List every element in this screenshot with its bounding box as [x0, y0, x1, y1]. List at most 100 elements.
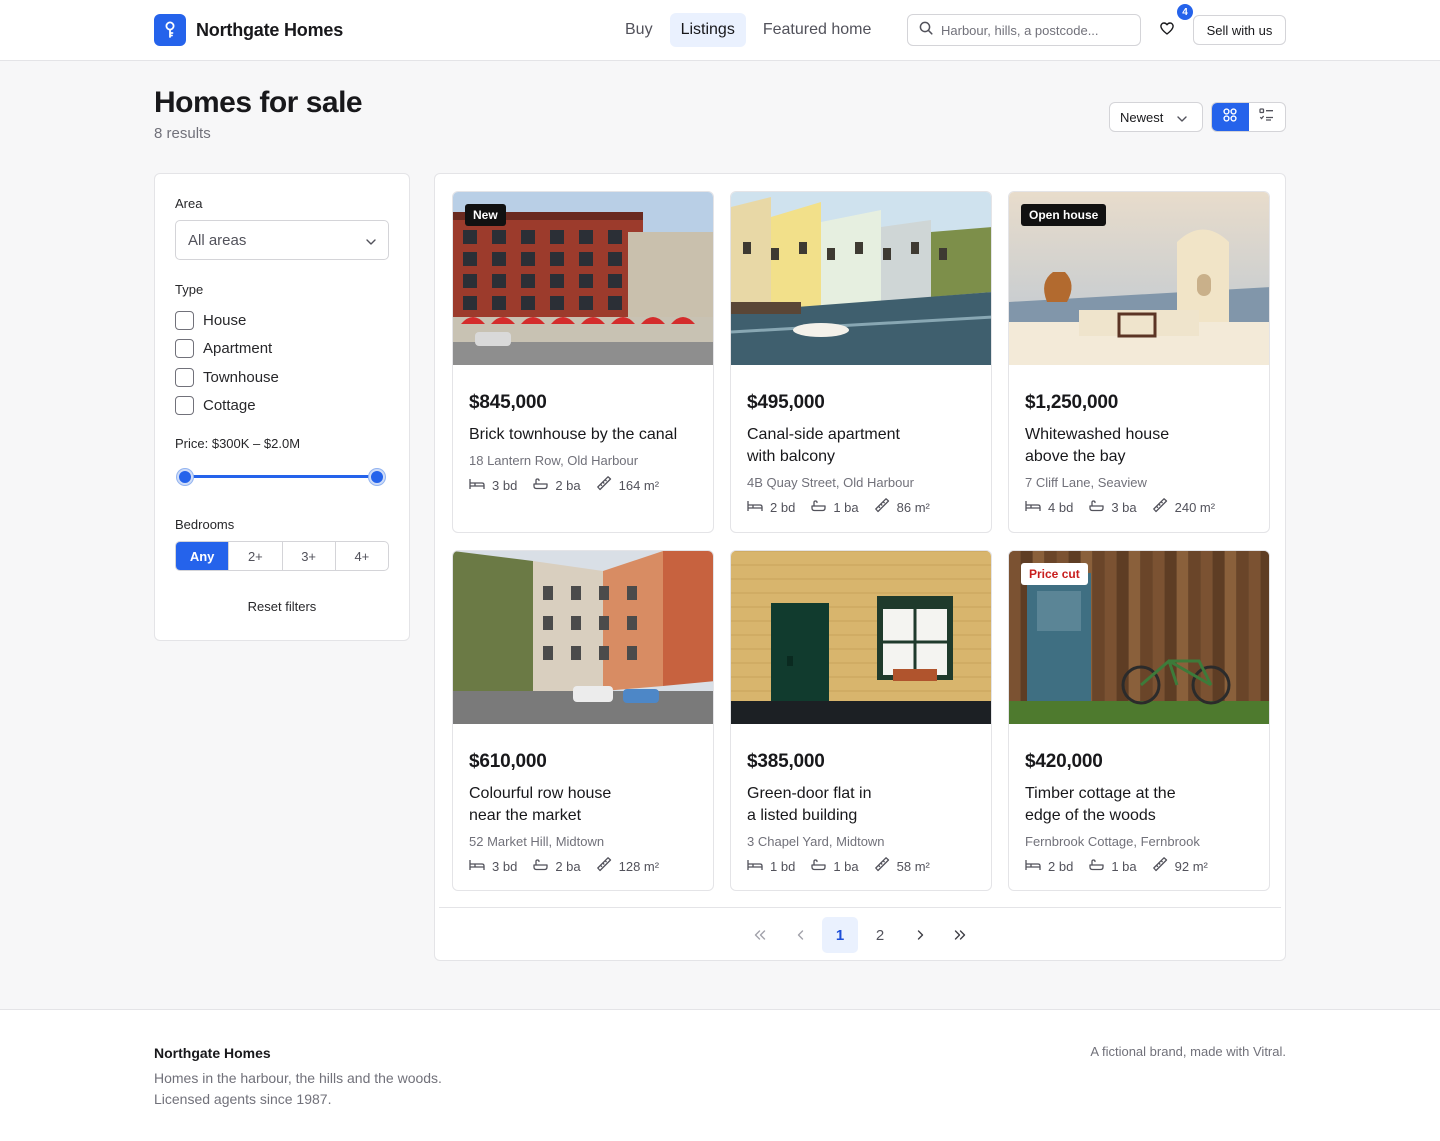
listing-card[interactable]: New $845,000 Brick townhouse by the cana… [452, 191, 714, 533]
bed-icon [469, 859, 485, 874]
listing-photo: New [453, 192, 713, 365]
slider-thumb-min[interactable] [177, 469, 193, 485]
listing-area: 86 m² [896, 499, 930, 515]
footer-note: A fictional brand, made with Vitral. [1090, 1044, 1286, 1059]
type-option-townhouse[interactable]: Townhouse [175, 363, 279, 392]
listing-price: $610,000 [469, 751, 547, 772]
favorites-button[interactable] [1154, 18, 1180, 44]
next-page-button[interactable] [902, 917, 938, 953]
checkbox[interactable] [175, 339, 194, 359]
filters-panel: Area All areas Type House Apartment Town… [154, 173, 410, 641]
page-2-button[interactable]: 2 [862, 917, 898, 953]
bedrooms-option-2plus[interactable]: 2+ [228, 542, 281, 570]
type-checklist: House Apartment Townhouse Cottage [175, 306, 279, 420]
results-panel: New $845,000 Brick townhouse by the cana… [434, 173, 1286, 961]
listing-address: 7 Cliff Lane, Seaview [1025, 475, 1147, 490]
bed-icon [1025, 859, 1041, 874]
listing-photo [453, 551, 713, 724]
listing-specs: 3 bd 2 ba 164 m² [469, 476, 697, 494]
list-view-button[interactable] [1249, 103, 1286, 131]
listing-price: $845,000 [469, 392, 547, 413]
listing-title[interactable]: Brick townhouse by the canal [469, 424, 697, 446]
area-select[interactable]: All areas [175, 220, 389, 260]
result-count: 8 results [154, 125, 211, 142]
list-icon [1259, 108, 1274, 126]
listing-area: 92 m² [1174, 858, 1208, 874]
previous-page-button[interactable] [782, 917, 818, 953]
sort-select[interactable]: Newest [1109, 102, 1203, 132]
listing-price: $385,000 [747, 751, 825, 772]
listing-title[interactable]: Whitewashed house above the bay [1025, 424, 1253, 468]
listing-area: 58 m² [896, 858, 930, 874]
brand-logo[interactable]: Northgate Homes [154, 14, 343, 46]
listing-beds: 3 bd [492, 858, 518, 874]
listing-photo [731, 551, 991, 724]
checkbox[interactable] [175, 396, 194, 416]
listing-title[interactable]: Timber cottage at the edge of the woods [1025, 783, 1253, 827]
bed-icon [1025, 500, 1041, 515]
bed-icon [747, 859, 763, 874]
checkbox[interactable] [175, 310, 194, 330]
listing-baths: 2 ba [555, 858, 581, 874]
listing-specs: 3 bd 2 ba 128 m² [469, 857, 697, 875]
listing-price: $420,000 [1025, 751, 1103, 772]
nav-buy[interactable]: Buy [614, 13, 664, 47]
listing-beds: 1 bd [770, 858, 796, 874]
last-page-button[interactable] [942, 917, 978, 953]
footer: Northgate Homes Homes in the harbour, th… [0, 1009, 1440, 1141]
page-1-button[interactable]: 1 [822, 917, 858, 953]
first-page-button[interactable] [742, 917, 778, 953]
listing-photo: Open house [1009, 192, 1269, 365]
listing-title[interactable]: Green-door flat in a listed building [747, 783, 975, 827]
grid-view-button[interactable] [1212, 103, 1249, 131]
bedrooms-option-any[interactable]: Any [176, 542, 229, 570]
search-box[interactable] [907, 14, 1141, 46]
bed-icon [469, 478, 485, 493]
listing-title[interactable]: Canal-side apartment with balcony [747, 424, 975, 468]
price-range-slider[interactable] [175, 467, 389, 487]
listing-address: Fernbrook Cottage, Fernbrook [1025, 834, 1200, 849]
grid-icon [1223, 107, 1237, 127]
slider-thumb-max[interactable] [369, 469, 385, 485]
search-input[interactable] [941, 22, 1121, 38]
bath-icon [811, 499, 826, 515]
listing-beds: 4 bd [1048, 499, 1074, 515]
ruler-icon [1152, 498, 1168, 516]
chevrons-left-icon [754, 927, 766, 944]
listing-baths: 1 ba [833, 499, 859, 515]
listing-baths: 3 ba [1111, 499, 1137, 515]
ruler-icon [1152, 857, 1168, 875]
listing-address: 52 Market Hill, Midtown [469, 834, 605, 849]
type-option-house[interactable]: House [175, 306, 279, 335]
listing-area: 164 m² [618, 477, 660, 493]
price-label: Price: $300K – $2.0M [175, 436, 301, 451]
footer-brand: Northgate Homes [154, 1045, 271, 1061]
chevrons-right-icon [954, 927, 966, 944]
listing-specs: 2 bd 1 ba 86 m² [747, 498, 975, 516]
listing-card[interactable]: $610,000 Colourful row house near the ma… [452, 550, 714, 891]
sell-with-us-button[interactable]: Sell with us [1193, 15, 1286, 45]
type-option-apartment[interactable]: Apartment [175, 335, 279, 364]
bath-icon [533, 858, 548, 874]
bedrooms-option-4plus[interactable]: 4+ [334, 542, 388, 570]
key-icon [154, 14, 186, 46]
nav-listings[interactable]: Listings [669, 13, 746, 47]
listing-title[interactable]: Colourful row house near the market [469, 783, 697, 827]
listing-card[interactable]: $495,000 Canal-side apartment with balco… [730, 191, 992, 533]
footer-tagline: Homes in the harbour, the hills and the … [154, 1070, 442, 1086]
listing-card[interactable]: Price cut $420,000 Timber cottage at the… [1008, 550, 1270, 891]
page-title: Homes for sale [154, 86, 363, 119]
chevron-down-icon [366, 232, 376, 249]
listing-photo: Price cut [1009, 551, 1269, 724]
ruler-icon [596, 476, 612, 494]
listing-card[interactable]: Open house $1,250,000 Whitewashed house … [1008, 191, 1270, 533]
listing-price: $495,000 [747, 392, 825, 413]
checkbox[interactable] [175, 367, 194, 387]
nav-featured-home[interactable]: Featured home [752, 13, 883, 47]
bedrooms-option-3plus[interactable]: 3+ [281, 542, 335, 570]
listing-card[interactable]: $385,000 Green-door flat in a listed bui… [730, 550, 992, 891]
listing-baths: 2 ba [555, 477, 581, 493]
listing-beds: 2 bd [770, 499, 796, 515]
type-option-cottage[interactable]: Cottage [175, 392, 279, 421]
reset-filters-button[interactable]: Reset filters [175, 594, 389, 618]
